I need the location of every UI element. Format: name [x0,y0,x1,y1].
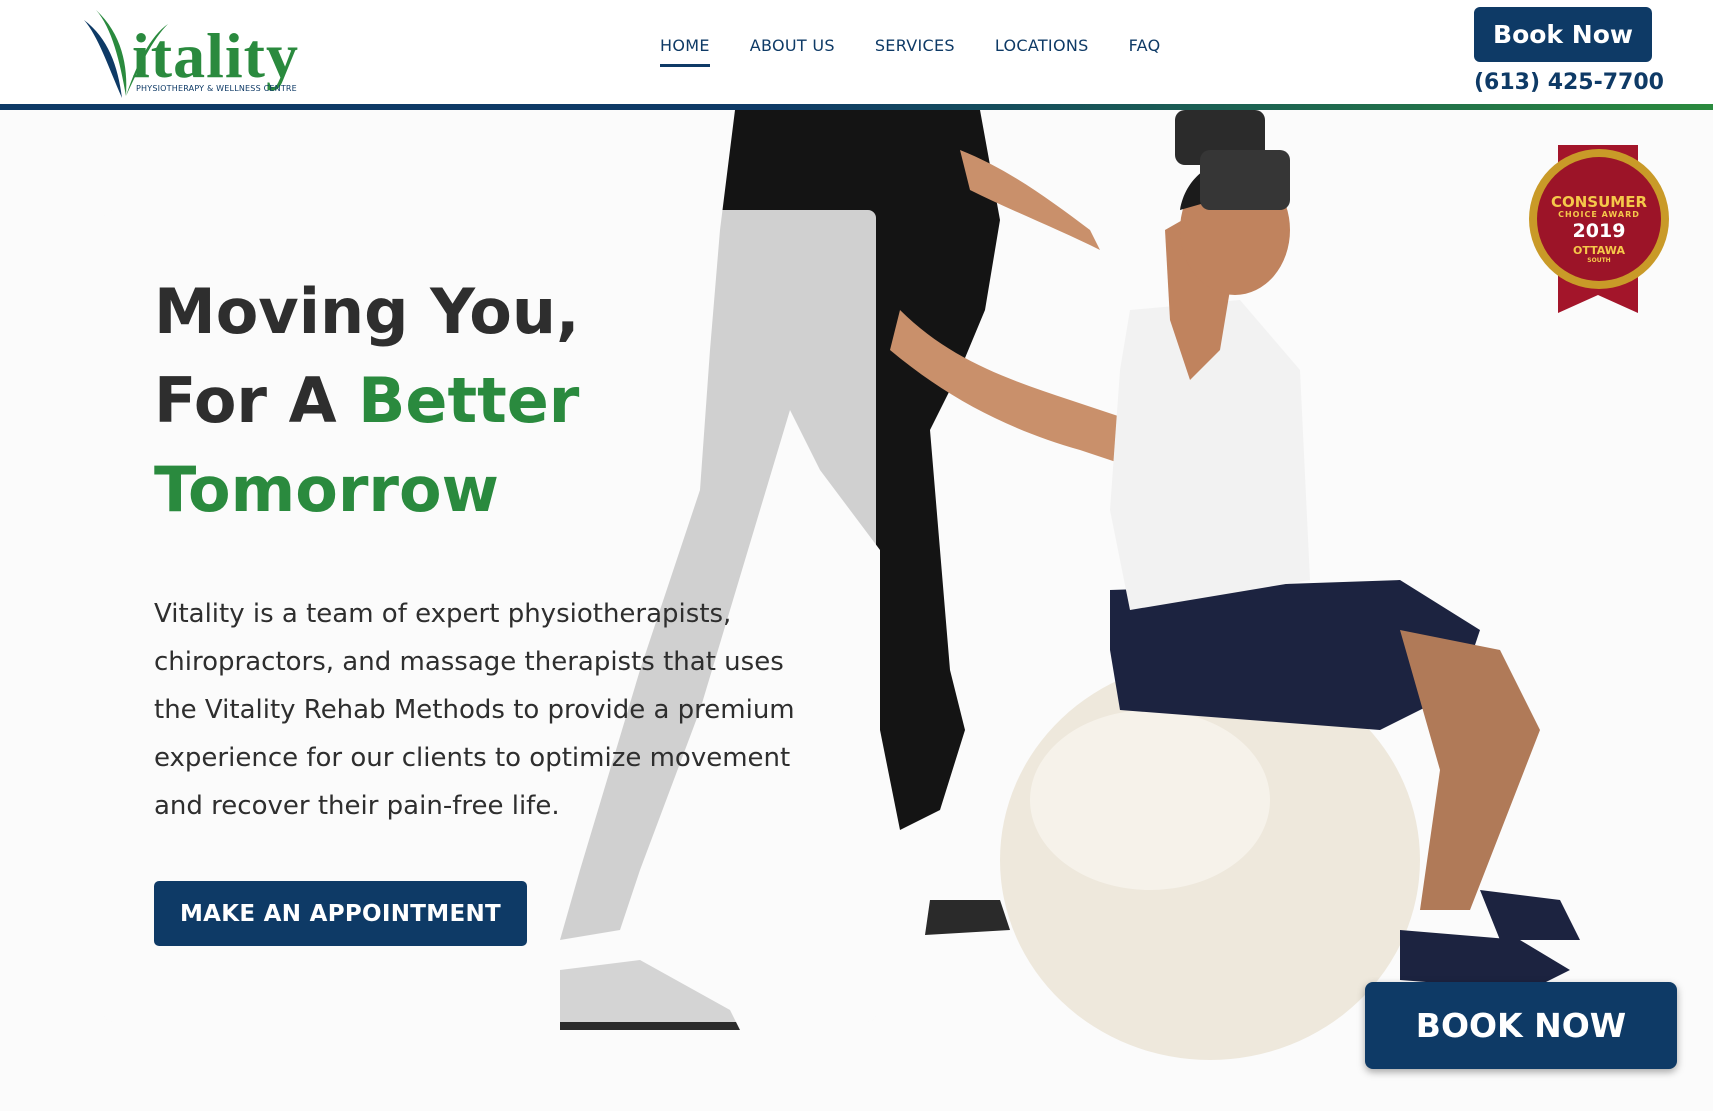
award-line-1: CONSUMER [1550,193,1648,211]
hero-section: Moving You, For A Better Tomorrow Vitali… [0,110,1713,1111]
logo-tagline: PHYSIOTHERAPY & WELLNESS CENTRE [136,84,297,93]
headline-line-3: Tomorrow [154,453,499,526]
headline-line-2-green: Better [358,364,580,437]
hero-description: Vitality is a team of expert physiothera… [154,599,795,821]
logo-wordmark: itality [132,20,299,91]
book-now-floating-button[interactable]: BOOK NOW [1365,982,1677,1069]
hero-headline: Moving You, For A Better Tomorrow [154,267,854,534]
nav-faq[interactable]: FAQ [1129,36,1161,67]
nav-home[interactable]: HOME [660,36,710,67]
vitality-logo[interactable]: itality PHYSIOTHERAPY & WELLNESS CENTRE [78,6,338,102]
nav-about-us[interactable]: ABOUT US [750,36,835,67]
book-now-header-button[interactable]: Book Now [1474,7,1652,62]
consumer-choice-award-badge: CONSUMER CHOICE AWARD 2019 OTTAWA SOUTH [1526,145,1672,313]
main-nav: HOME ABOUT US SERVICES LOCATIONS FAQ [660,36,1160,67]
award-city: OTTAWA [1573,244,1625,257]
nav-services[interactable]: SERVICES [875,36,955,67]
phone-number-link[interactable]: (613) 425-7700 [1474,70,1664,95]
award-region: SOUTH [1587,257,1611,264]
site-header: itality PHYSIOTHERAPY & WELLNESS CENTRE … [0,0,1713,104]
make-appointment-button[interactable]: MAKE AN APPOINTMENT [154,881,527,946]
nav-locations[interactable]: LOCATIONS [995,36,1089,67]
award-line-2: CHOICE AWARD [1558,210,1640,219]
headline-line-1: Moving You, [154,275,580,348]
award-year: 2019 [1572,220,1626,242]
headline-line-2-dark: For A [154,364,359,437]
